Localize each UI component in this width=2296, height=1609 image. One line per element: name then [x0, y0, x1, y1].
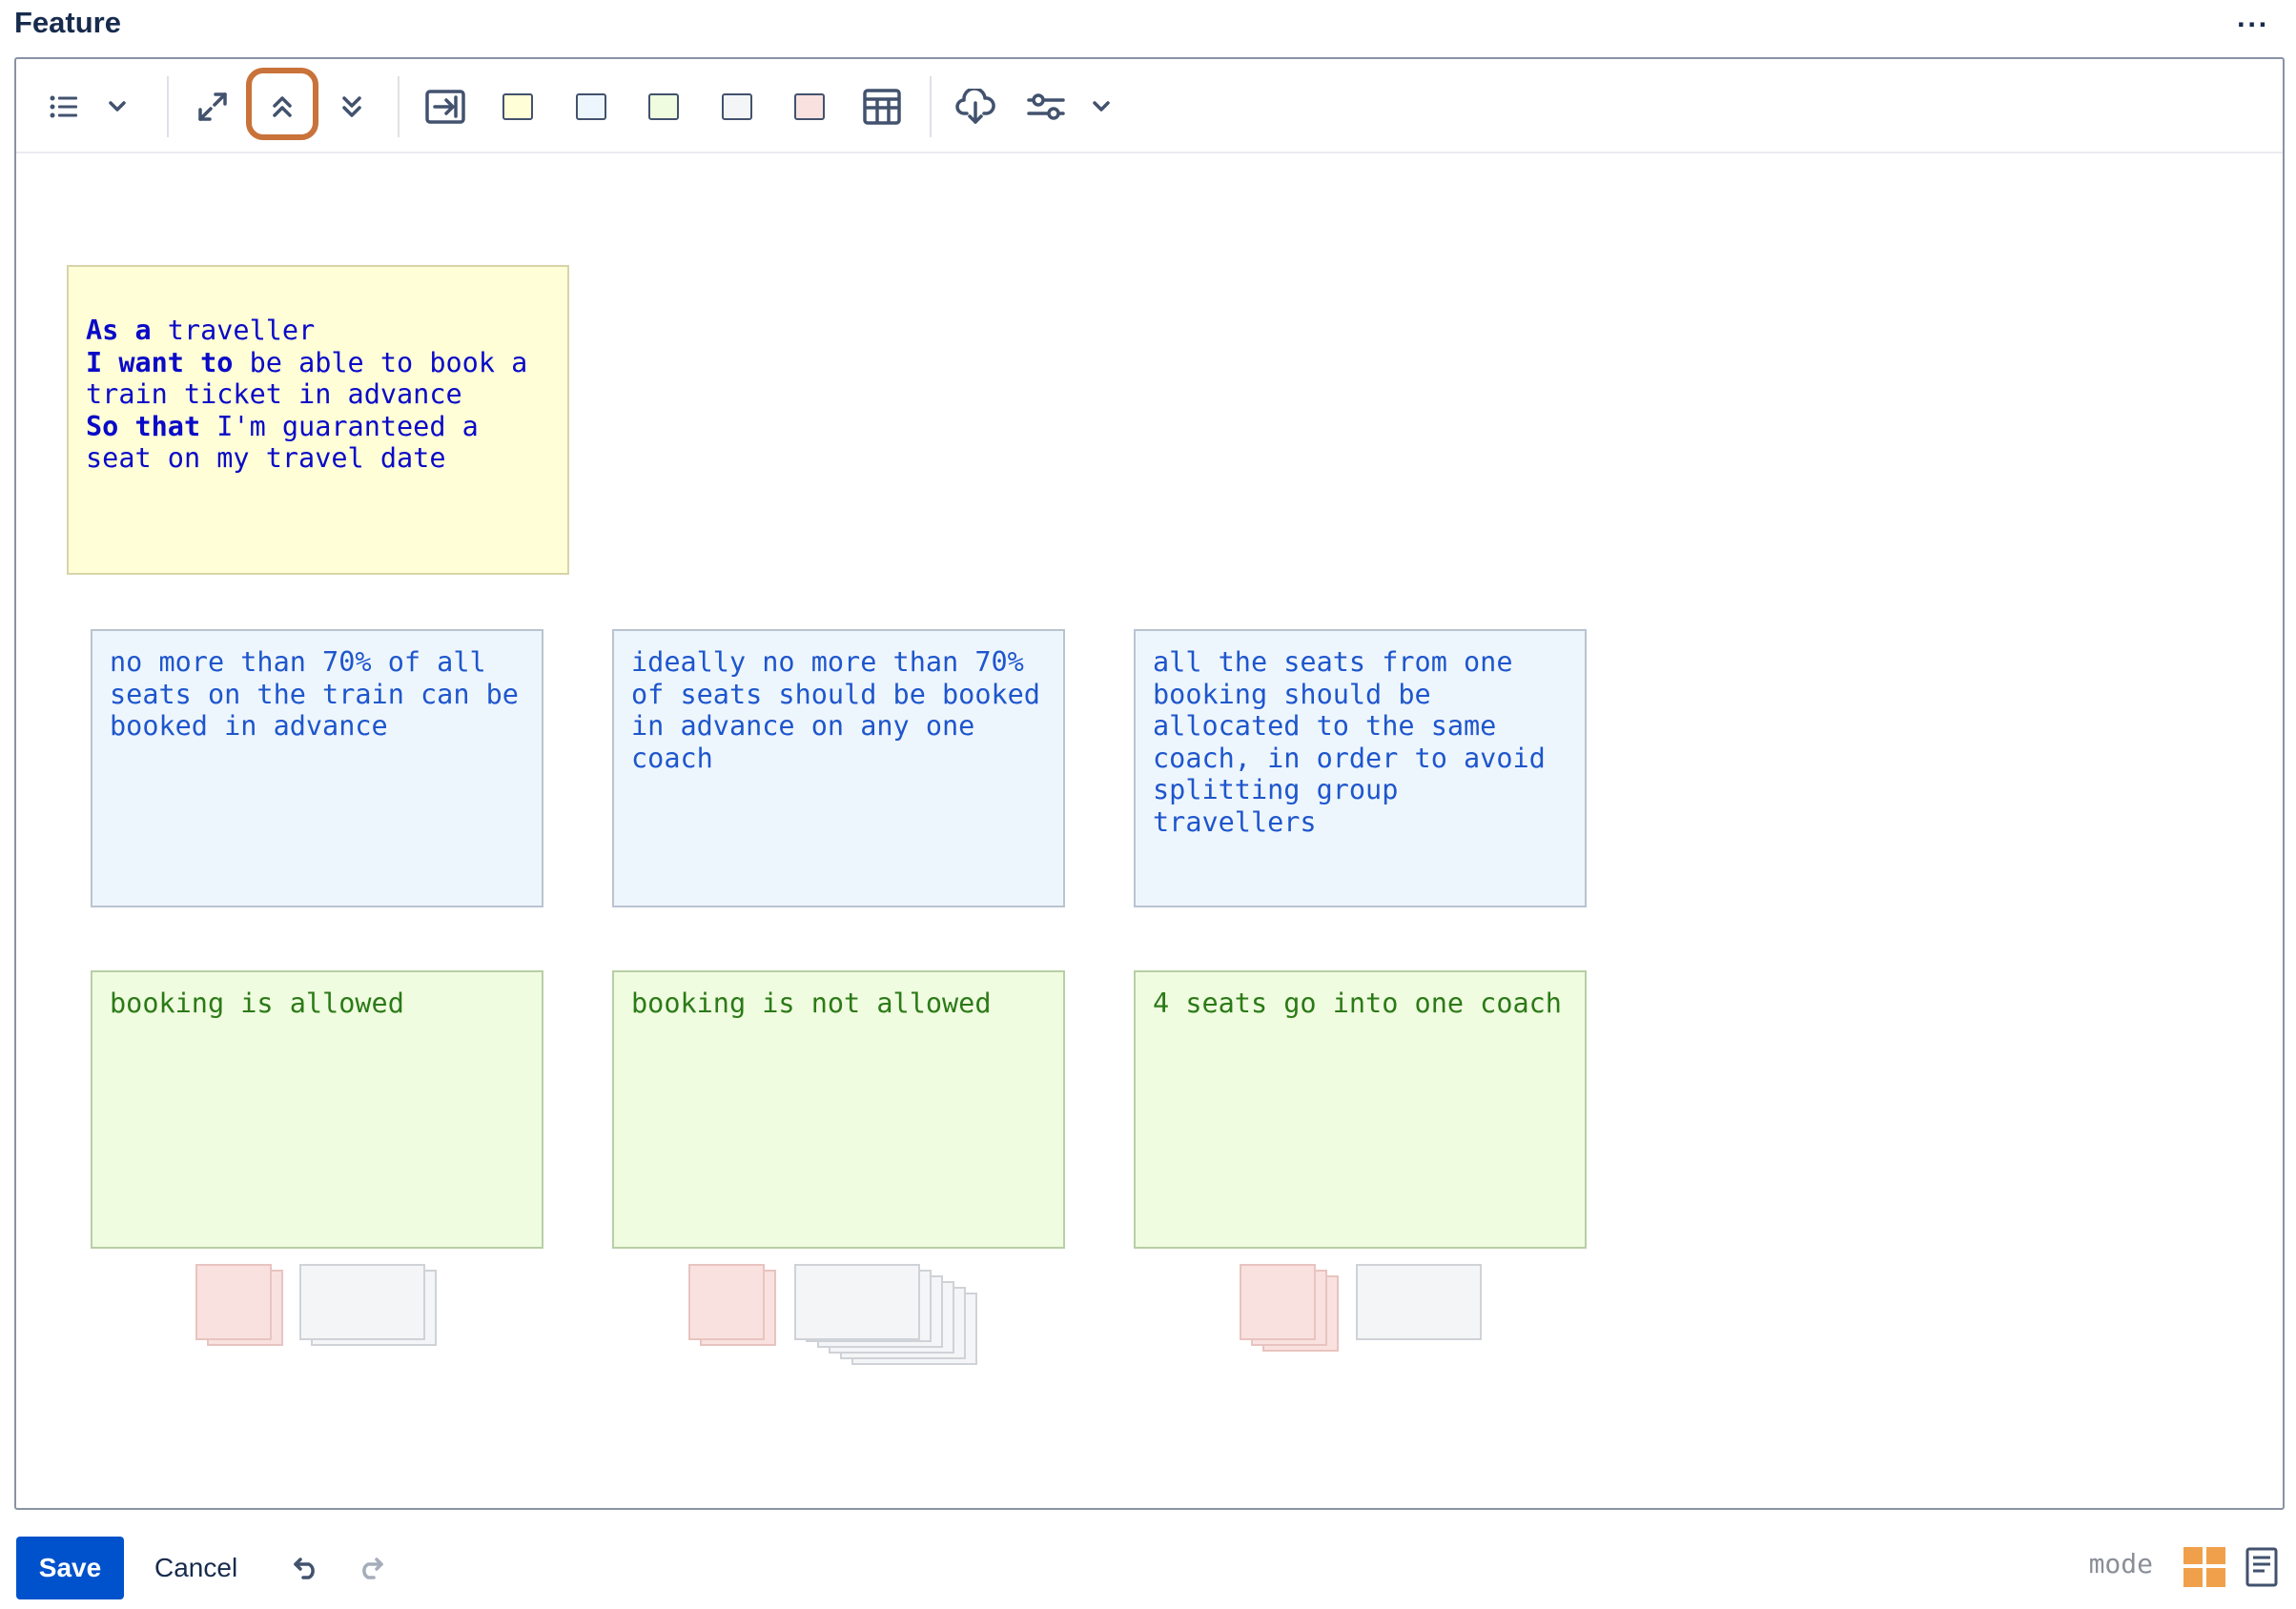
undo-icon[interactable] — [286, 1548, 326, 1588]
blue-swatch-fill — [576, 93, 606, 120]
grey-swatch-fill — [722, 93, 752, 120]
stack-card — [1356, 1264, 1482, 1340]
story-map-canvas: As a traveller I want to be able to book… — [16, 153, 2283, 1508]
cloud-download-icon[interactable] — [951, 82, 1000, 132]
cancel-button[interactable]: Cancel — [141, 1537, 251, 1599]
example-card[interactable]: booking is allowed — [91, 970, 543, 1249]
rule-card[interactable]: ideally no more than 70% of seats should… — [612, 629, 1065, 907]
user-story-card[interactable]: As a traveller I want to be able to book… — [67, 265, 569, 575]
pink-swatch-fill — [794, 93, 825, 120]
collapsed-question-stack[interactable] — [688, 1264, 780, 1348]
collapse-down-icon[interactable] — [327, 82, 377, 132]
settings-sliders-icon[interactable] — [1021, 82, 1071, 132]
story-want-keyword: I want to — [86, 346, 234, 378]
more-options-button[interactable]: ··· — [2237, 6, 2269, 44]
story-sothat-keyword: So that — [86, 410, 201, 442]
green-card-swatch[interactable] — [639, 82, 688, 132]
table-icon[interactable] — [857, 82, 907, 132]
mode-label: mode — [2088, 1548, 2153, 1579]
stack-card — [688, 1264, 765, 1340]
footer: Save Cancel mode — [0, 1525, 2296, 1609]
blue-card-swatch[interactable] — [566, 82, 616, 132]
yellow-card-swatch[interactable] — [493, 82, 543, 132]
document-mode-icon[interactable] — [2239, 1544, 2285, 1590]
collapsed-question-stack[interactable] — [1240, 1264, 1344, 1352]
toolbar-divider — [167, 76, 169, 137]
collapsed-question-stack[interactable] — [195, 1264, 287, 1348]
redo-icon[interactable] — [351, 1548, 391, 1588]
yellow-swatch-fill — [502, 93, 533, 120]
save-button[interactable]: Save — [16, 1537, 124, 1599]
collapsed-note-stack[interactable] — [794, 1264, 1004, 1367]
expand-icon[interactable] — [188, 82, 237, 132]
grey-card-swatch[interactable] — [712, 82, 762, 132]
toolbar — [16, 59, 2283, 153]
collapsed-note-stack[interactable] — [1356, 1264, 1482, 1342]
list-dropdown-chevron-down-icon[interactable] — [92, 82, 142, 132]
board-mode-icon[interactable] — [2182, 1544, 2227, 1590]
collapsed-note-stack[interactable] — [299, 1264, 441, 1348]
pink-card-swatch[interactable] — [785, 82, 834, 132]
rule-card[interactable]: no more than 70% of all seats on the tra… — [91, 629, 543, 907]
toolbar-divider — [930, 76, 932, 137]
insert-card-icon[interactable] — [420, 82, 470, 132]
page-title: Feature — [14, 6, 121, 39]
toolbar-divider — [398, 76, 400, 137]
example-card[interactable]: booking is not allowed — [612, 970, 1065, 1249]
collapse-up-icon[interactable] — [257, 82, 307, 132]
stack-card — [1240, 1264, 1316, 1340]
story-as-text: traveller — [151, 315, 316, 346]
editor-frame: As a traveller I want to be able to book… — [14, 57, 2285, 1510]
story-as-keyword: As a — [86, 315, 152, 346]
settings-dropdown-chevron-down-icon[interactable] — [1076, 82, 1126, 132]
example-card[interactable]: 4 seats go into one coach — [1134, 970, 1587, 1249]
stack-card — [794, 1264, 920, 1340]
list-icon[interactable] — [39, 82, 89, 132]
rule-card[interactable]: all the seats from one booking should be… — [1134, 629, 1587, 907]
green-swatch-fill — [648, 93, 679, 120]
stack-card — [299, 1264, 425, 1340]
stack-card — [195, 1264, 272, 1340]
